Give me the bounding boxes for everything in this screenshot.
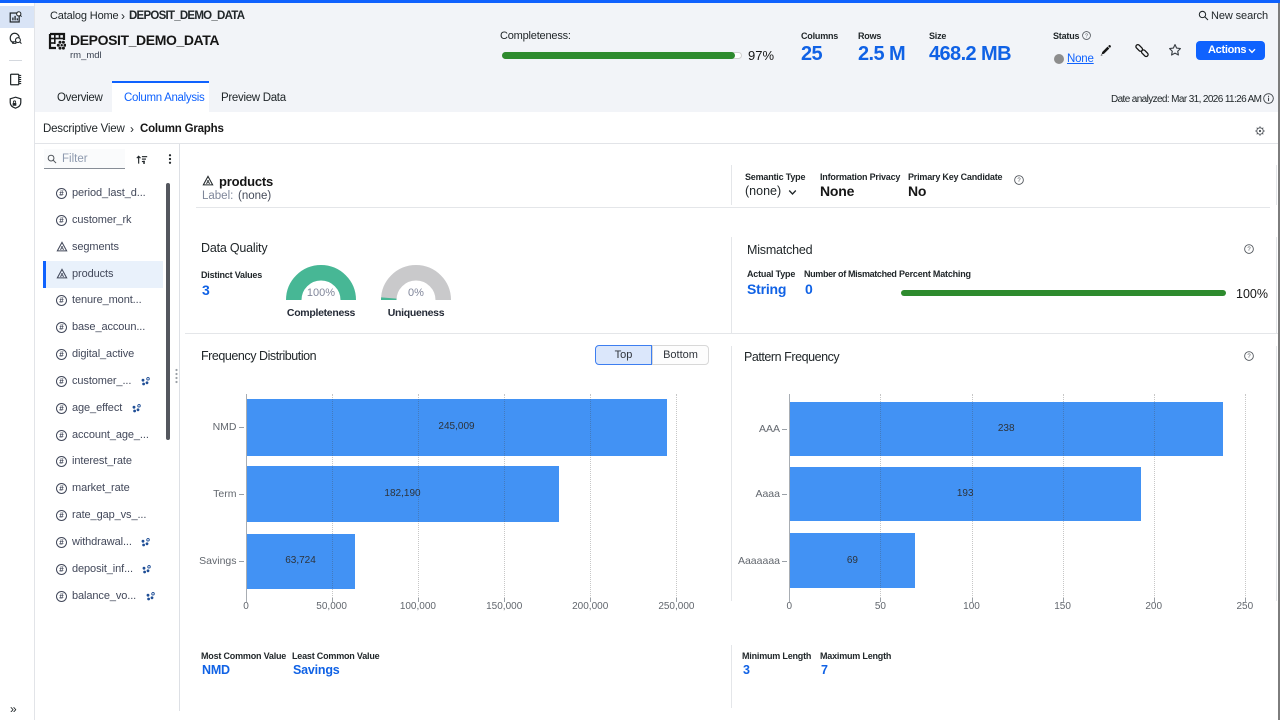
svg-text:?: ?: [1247, 247, 1251, 253]
svg-text:A: A: [60, 273, 64, 279]
svg-text:A: A: [60, 246, 64, 252]
svg-text:A: A: [206, 180, 210, 186]
svg-text:?: ?: [1017, 178, 1021, 184]
svg-text:?: ?: [1085, 33, 1088, 39]
svg-text:?: ?: [1247, 354, 1251, 360]
